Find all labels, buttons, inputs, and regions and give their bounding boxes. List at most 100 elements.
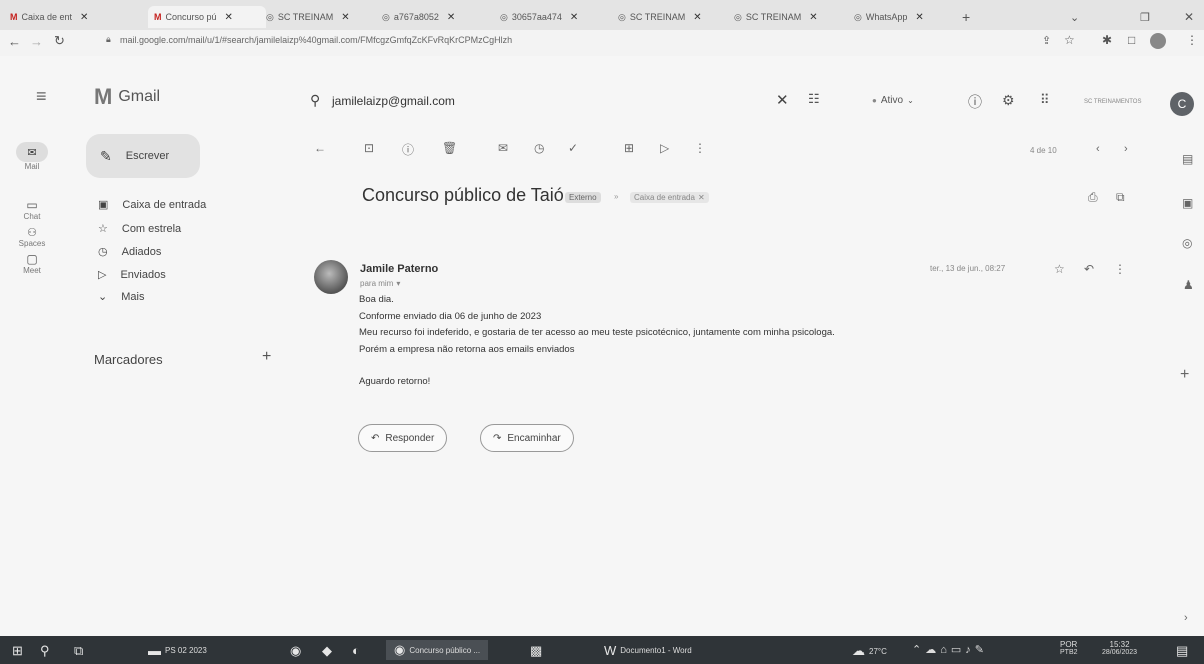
search-input[interactable]: jamilelaizp@gmail.com	[332, 94, 455, 108]
report-spam-icon[interactable]: ⓘ	[402, 141, 414, 158]
nav-snoozed[interactable]: ◷ Adiados	[98, 245, 161, 259]
chevron-down-icon: ⌄	[98, 291, 108, 303]
settings-gear-icon[interactable]: ⚙	[1002, 92, 1015, 109]
taskbar-app-ps[interactable]: ▬ PS 02 2023	[148, 643, 207, 658]
compose-button[interactable]: ✎ Escrever	[86, 134, 200, 178]
move-to-icon[interactable]: ⊞	[624, 141, 634, 155]
pager-count: 4 de 10	[1030, 146, 1057, 155]
open-new-window-icon[interactable]: ⧉	[1116, 190, 1125, 205]
profile-avatar[interactable]	[1150, 33, 1166, 49]
battery-icon: ▭	[950, 644, 962, 656]
notifications-button[interactable]: ▤	[1176, 643, 1188, 659]
back-to-list-icon[interactable]: ←	[314, 141, 326, 155]
more-options-icon[interactable]: ⋮	[694, 141, 706, 155]
status-selector[interactable]: ● Ativo ⌄	[872, 95, 914, 106]
new-tab-button[interactable]: +	[962, 6, 982, 28]
close-icon[interactable]: ✕	[915, 12, 923, 23]
start-button[interactable]: ⊞	[12, 643, 23, 659]
rail-spaces[interactable]: ⚇ Spaces	[12, 226, 52, 248]
reply-icon[interactable]: ↶	[1084, 262, 1094, 276]
label-icon[interactable]: ▷	[660, 141, 669, 155]
taskbar-concurso-publico[interactable]: ◉ Concurso público ...	[386, 640, 489, 660]
browser-menu-icon[interactable]: ⋮	[1186, 33, 1198, 47]
system-tray[interactable]: ⌃ ☁ ⌂ ▭ ♪ ✎	[912, 643, 984, 657]
language-indicator[interactable]: POR PTB2	[1060, 640, 1078, 656]
snooze-icon[interactable]: ◷	[534, 141, 544, 155]
rail-meet[interactable]: ▢ Meet	[12, 252, 52, 275]
clear-search-icon[interactable]: ✕	[776, 91, 789, 109]
contacts-icon[interactable]: ♟	[1183, 278, 1194, 292]
add-task-icon[interactable]: ✓	[568, 141, 578, 155]
close-icon[interactable]: ✕	[341, 12, 349, 23]
rail-mail[interactable]: ✉ Mail	[12, 142, 52, 171]
tab-caixa-de-entrada[interactable]: M Caixa de ent ✕	[6, 6, 150, 28]
next-email-icon[interactable]: ›	[1124, 143, 1128, 155]
tab-a767a8052[interactable]: ◎ a767a8052 ✕	[382, 6, 494, 28]
taskbar-app-3[interactable]: ◐	[352, 643, 360, 658]
chevron-down-icon[interactable]: ⌄	[1070, 6, 1090, 28]
forward-arrow-icon[interactable]: →	[30, 34, 43, 49]
weather-widget[interactable]: ☁ 27°C	[852, 643, 887, 659]
nav-sent[interactable]: ▷ Enviados	[98, 268, 166, 282]
share-icon[interactable]: ⇪	[1042, 34, 1051, 47]
add-label-icon[interactable]: +	[262, 348, 271, 366]
more-actions-icon[interactable]: ⋮	[1114, 262, 1126, 276]
taskbar-search[interactable]: ⚲	[40, 643, 50, 659]
bookmark-star-icon[interactable]: ☆	[1064, 33, 1075, 47]
task-view-button[interactable]: ⧉	[74, 643, 83, 659]
tab-whatsapp[interactable]: ◎ WhatsApp ✕	[854, 6, 954, 28]
sender-avatar[interactable]	[314, 260, 348, 294]
tab-sc-treinam-1[interactable]: ◎ SC TREINAM ✕	[266, 6, 378, 28]
calendar-icon[interactable]: ▤	[1182, 152, 1193, 166]
mark-unread-icon[interactable]: ✉	[498, 141, 508, 155]
account-avatar[interactable]: C	[1170, 92, 1194, 116]
close-icon[interactable]: ✕	[447, 12, 455, 23]
nav-more[interactable]: ⌄ Mais	[98, 290, 144, 304]
help-icon[interactable]: ⓘ	[968, 92, 982, 112]
close-icon[interactable]: ✕	[80, 12, 88, 23]
close-icon[interactable]: ✕	[693, 12, 701, 23]
main-menu-icon[interactable]: ≡	[36, 86, 47, 107]
close-icon[interactable]: ✕	[225, 12, 233, 23]
archive-icon[interactable]: ⊡	[364, 141, 374, 155]
reload-icon[interactable]: ↻	[54, 33, 65, 49]
remove-label-icon[interactable]: ✕	[698, 193, 705, 202]
print-icon[interactable]: ⎙	[1088, 190, 1098, 205]
close-window-icon[interactable]: ✕	[1184, 6, 1202, 28]
reply-button[interactable]: ↶ Responder	[358, 424, 448, 452]
back-arrow-icon[interactable]: ←	[8, 34, 21, 49]
prev-email-icon[interactable]: ‹	[1096, 143, 1100, 155]
nav-starred[interactable]: ☆ Com estrela	[98, 222, 181, 236]
tasks-icon[interactable]: ◎	[1182, 236, 1192, 250]
restore-window-icon[interactable]: ❐	[1140, 6, 1160, 28]
tab-sc-treinam-3[interactable]: ◎ SC TREINAM ✕	[734, 6, 850, 28]
taskbar-app-4[interactable]: ▩	[530, 643, 542, 659]
star-email-icon[interactable]: ☆	[1054, 262, 1065, 276]
taskbar-word[interactable]: W Documento1 - Word	[604, 643, 692, 658]
taskbar-app-2[interactable]: ◆	[322, 643, 332, 659]
get-addons-icon[interactable]: +	[1180, 366, 1189, 384]
url-field[interactable]: mail.google.com/mail/u/1/#search/jamilel…	[120, 35, 512, 45]
search-icon[interactable]: ⚲	[310, 92, 320, 109]
rail-chat[interactable]: ▭ Chat	[12, 198, 52, 221]
inbox-label-chip[interactable]: Caixa de entrada ✕	[630, 192, 709, 203]
expand-panel-icon[interactable]: ›	[1184, 612, 1188, 624]
clock[interactable]: 15:32 28/06/2023	[1102, 640, 1137, 656]
tab-30657aa474[interactable]: ◎ 30657aa474 ✕	[500, 6, 612, 28]
extensions-icon[interactable]: ✱	[1102, 33, 1112, 47]
nav-inbox[interactable]: ▣ Caixa de entrada	[98, 198, 206, 212]
tab-sc-treinam-2[interactable]: ◎ SC TREINAM ✕	[618, 6, 730, 28]
filter-options-icon[interactable]: ☷	[808, 91, 820, 107]
taskbar-chrome[interactable]: ◉	[290, 643, 301, 659]
search-bar[interactable]: ⚲ jamilelaizp@gmail.com ✕ ☷	[300, 86, 820, 116]
tab-concurso-publico[interactable]: M Concurso pú ✕	[148, 6, 266, 28]
apps-grid-icon[interactable]: ⠿	[1040, 92, 1050, 108]
recipient-toggle[interactable]: para mim ▾	[360, 279, 400, 288]
gmail-logo[interactable]: M Gmail	[94, 84, 160, 110]
delete-icon[interactable]: 🗑︎	[442, 141, 457, 155]
keep-icon[interactable]: ▣	[1182, 196, 1193, 210]
forward-button[interactable]: ↷ Encaminhar	[480, 424, 574, 452]
close-icon[interactable]: ✕	[809, 12, 817, 23]
close-icon[interactable]: ✕	[570, 12, 578, 23]
sidepanel-icon[interactable]: □	[1128, 33, 1135, 47]
